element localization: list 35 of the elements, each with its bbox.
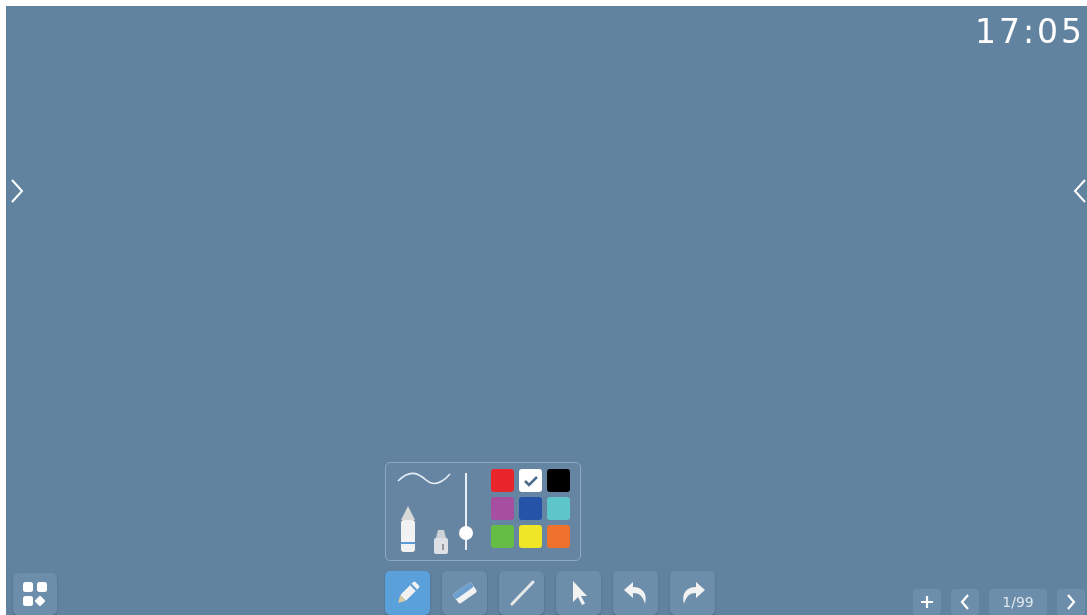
- pencil-pen-button[interactable]: [398, 504, 418, 554]
- plus-icon: [920, 595, 934, 609]
- color-swatch[interactable]: [491, 497, 514, 520]
- check-icon: [522, 474, 539, 487]
- chevron-left-icon: [960, 594, 970, 610]
- pencil-icon: [398, 504, 418, 554]
- clock-time: 17:05: [974, 12, 1085, 52]
- expand-left-button[interactable]: [10, 178, 24, 204]
- color-swatch[interactable]: [519, 497, 542, 520]
- eraser-tool-button[interactable]: [442, 571, 487, 615]
- pen-tool-button[interactable]: [385, 571, 430, 615]
- page-counter: 1/99: [989, 589, 1047, 615]
- redo-tool-button[interactable]: [670, 571, 715, 615]
- thickness-slider[interactable]: [458, 473, 471, 550]
- color-swatch[interactable]: [491, 525, 514, 548]
- apps-button[interactable]: [13, 573, 57, 615]
- color-swatch[interactable]: [491, 469, 514, 492]
- select-tool-button[interactable]: [556, 571, 601, 615]
- next-page-button[interactable]: [1057, 589, 1085, 615]
- add-page-button[interactable]: [913, 589, 941, 615]
- color-swatch[interactable]: [519, 525, 542, 548]
- line-tool-button[interactable]: [499, 571, 544, 615]
- color-swatch[interactable]: [547, 525, 570, 548]
- expand-right-button[interactable]: [1073, 178, 1087, 204]
- color-swatch[interactable]: [519, 469, 542, 492]
- previous-page-button[interactable]: [951, 589, 979, 615]
- marker-pen-button[interactable]: [432, 528, 450, 554]
- apps-icon: [22, 581, 48, 607]
- chevron-right-icon: [1066, 594, 1076, 610]
- marker-icon: [432, 528, 450, 554]
- color-swatch[interactable]: [547, 497, 570, 520]
- undo-tool-button[interactable]: [613, 571, 658, 615]
- chevron-left-icon: [1073, 178, 1087, 204]
- chevron-right-icon: [10, 178, 24, 204]
- color-swatch[interactable]: [547, 469, 570, 492]
